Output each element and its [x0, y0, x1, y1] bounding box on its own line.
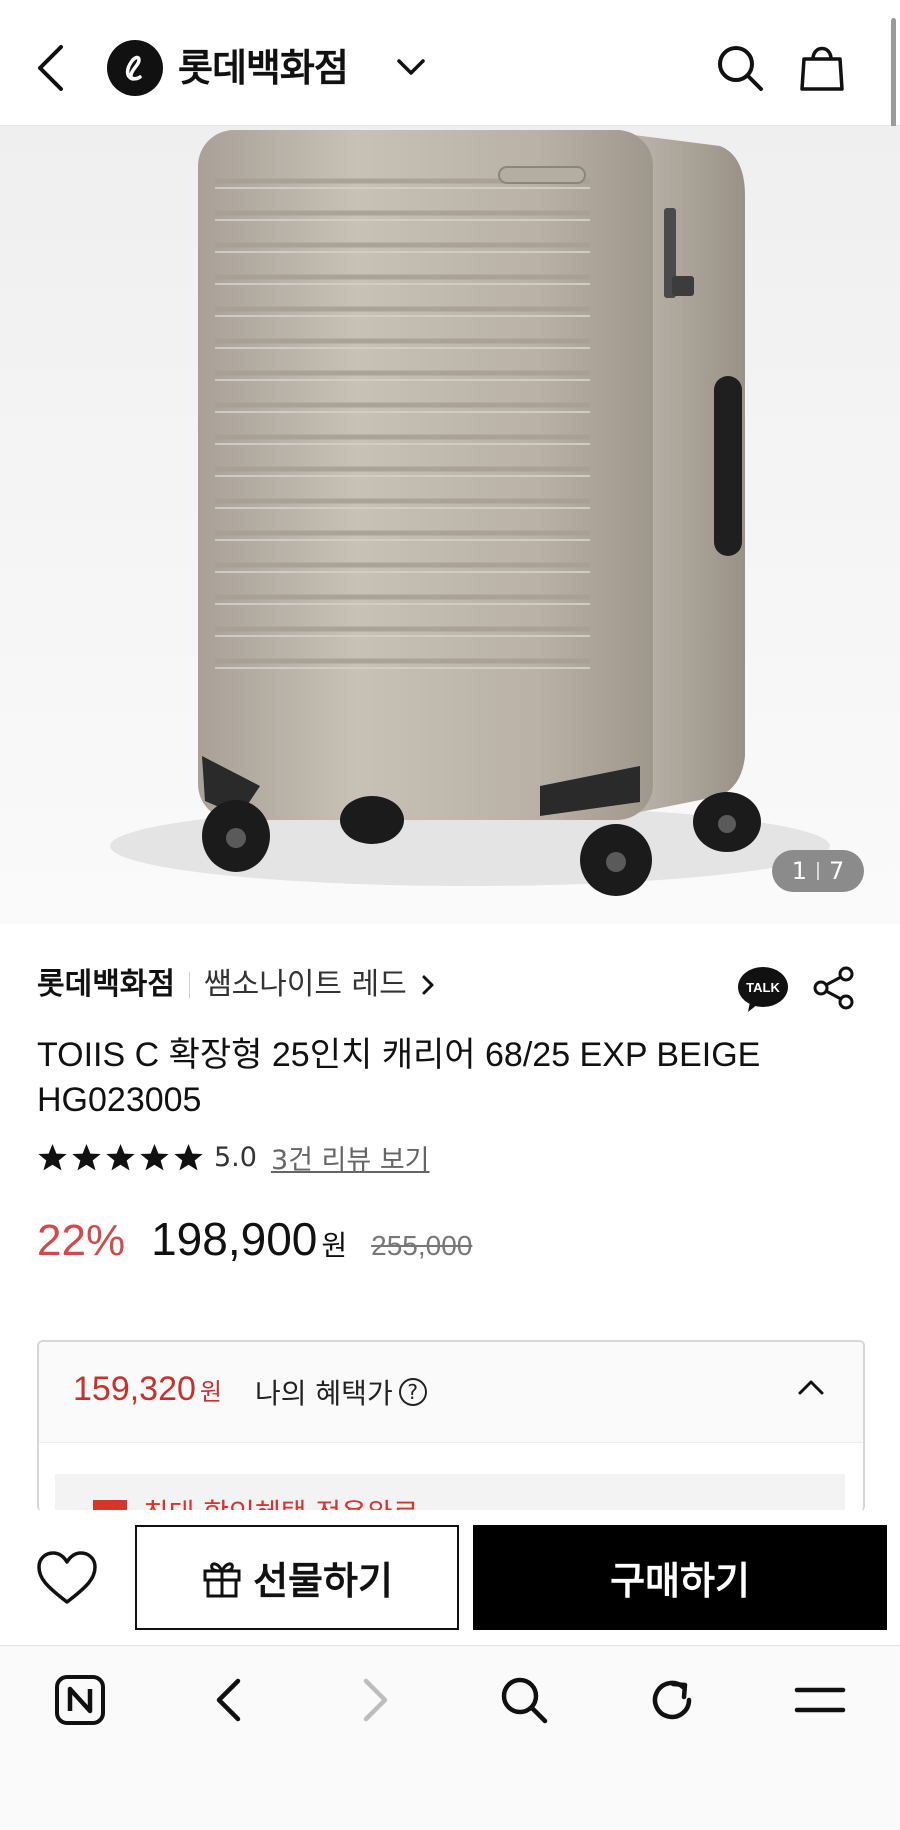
kakao-talk-icon[interactable]: TALK: [738, 966, 788, 1012]
breadcrumb-divider: [189, 972, 190, 998]
star-icon: [38, 1143, 67, 1171]
suitcase-illustration: [110, 130, 830, 896]
buy-button-label: 구매하기: [610, 1559, 750, 1603]
browser-forward-icon[interactable]: [346, 1670, 406, 1730]
naver-home-icon[interactable]: [50, 1670, 110, 1730]
image-counter-divider: [817, 862, 819, 880]
app-header: 롯데백화점: [0, 0, 900, 126]
store-name[interactable]: 롯데백화점: [37, 965, 175, 1005]
brand-logo-icon[interactable]: [107, 40, 163, 96]
star-icon: [106, 1143, 135, 1171]
share-icon[interactable]: [812, 966, 856, 1010]
gift-button-label: 선물하기: [253, 1559, 393, 1603]
back-icon[interactable]: [30, 40, 70, 96]
image-counter-current: 1: [791, 857, 807, 885]
gift-icon: [201, 1557, 243, 1599]
buy-button[interactable]: 구매하기: [473, 1525, 887, 1630]
star-icon: [140, 1143, 169, 1171]
star-icon: [72, 1143, 101, 1171]
menu-icon[interactable]: [790, 1670, 850, 1730]
benefit-price-value: 159,320: [73, 1370, 196, 1408]
wishlist-heart-icon[interactable]: [36, 1550, 98, 1606]
product-image[interactable]: [0, 126, 900, 924]
rating-row: 5.0 3건 리뷰 보기: [37, 1138, 430, 1177]
chevron-up-icon[interactable]: [797, 1378, 825, 1396]
benefit-label-text: 나의 혜택가: [255, 1377, 393, 1410]
product-title-line2: HG023005: [37, 1081, 202, 1119]
product-title-line1: TOIIS C 확장형 25인치 캐리어 68/25 EXP BEIGE: [37, 1036, 761, 1074]
brand-link[interactable]: 쌤소나이트 레드: [204, 965, 407, 1005]
benefit-currency: 원: [199, 1379, 222, 1406]
image-counter-total: 7: [829, 857, 845, 885]
original-price: 255,000: [371, 1230, 473, 1261]
image-counter: 1 7: [772, 850, 864, 892]
star-icon: [174, 1143, 203, 1171]
benefit-header[interactable]: 159,320 원 나의 혜택가 ?: [39, 1342, 863, 1443]
benefit-price: 159,320 원: [73, 1370, 222, 1409]
shopping-bag-icon[interactable]: [794, 38, 850, 96]
browser-toolbar: [0, 1645, 900, 1830]
benefit-panel: 159,320 원 나의 혜택가 ? 최대 할인혜택 적용완료: [37, 1340, 865, 1512]
help-icon[interactable]: ?: [398, 1378, 427, 1406]
search-icon[interactable]: [712, 40, 768, 96]
star-rating: [37, 1142, 204, 1173]
benefit-label: 나의 혜택가 ?: [255, 1372, 427, 1412]
browser-search-icon[interactable]: [494, 1670, 554, 1730]
review-link[interactable]: 3건 리뷰 보기: [271, 1138, 430, 1177]
chevron-right-icon[interactable]: [421, 974, 435, 996]
discount-rate: 22%: [37, 1216, 126, 1265]
browser-back-icon[interactable]: [198, 1670, 258, 1730]
benefit-detail-text: 최대 할인혜택 적용완료: [143, 1492, 418, 1512]
reload-icon[interactable]: [642, 1670, 702, 1730]
product-title: TOIIS C 확장형 25인치 캐리어 68/25 EXP BEIGE HG0…: [37, 1033, 857, 1123]
currency-unit: 원: [321, 1229, 348, 1262]
brand-breadcrumb: 롯데백화점 쌤소나이트 레드: [37, 965, 435, 1005]
svg-text:TALK: TALK: [746, 980, 780, 995]
brand-title[interactable]: 롯데백화점: [178, 40, 349, 96]
price-row: 22% 198,900 원 255,000: [37, 1212, 472, 1266]
gift-button[interactable]: 선물하기: [135, 1525, 459, 1630]
sale-price: 198,900: [151, 1213, 318, 1265]
chevron-down-icon[interactable]: [393, 52, 429, 82]
rating-score: 5.0: [214, 1142, 257, 1173]
